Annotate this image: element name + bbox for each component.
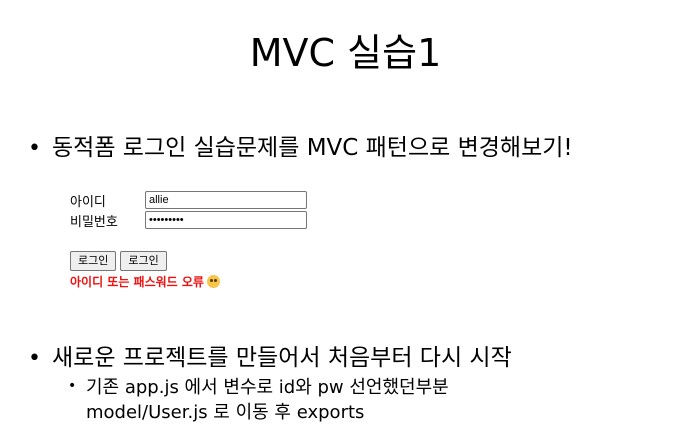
slide-title: MVC 실습1	[249, 31, 442, 75]
login-button-2[interactable]: 로그인	[120, 251, 167, 271]
bullet-dot: •	[28, 136, 41, 161]
login-button[interactable]: 로그인	[70, 251, 117, 271]
error-text: 아이디 또는 패스워드 오류	[70, 275, 204, 289]
sub-bullet-item: • 기존 app.js 에서 변수로 id와 pw 선언했던부분 model/U…	[68, 375, 449, 425]
pw-row: 비밀번호 •••••••••	[70, 210, 307, 230]
bullet-dot: •	[28, 346, 41, 371]
sub-bullet-dot: •	[68, 378, 77, 394]
bullet-item-new-project: • 새로운 프로젝트를 만들어서 처음부터 다시 시작	[28, 338, 512, 372]
sub-bullet-text: 기존 app.js 에서 변수로 id와 pw 선언했던부분 model/Use…	[86, 375, 449, 425]
id-row: 아이디 allie	[70, 190, 307, 210]
flushed-face-emoji-icon	[206, 275, 220, 288]
id-label: 아이디	[70, 194, 106, 210]
bullet-item-mvc-refactor: • 동적폼 로그인 실습문제를 MVC 패턴으로 변경해보기!	[28, 128, 573, 162]
sub-bullet-line-1: 기존 app.js 에서 변수로 id와 pw 선언했던부분	[86, 377, 449, 398]
error-message: 아이디 또는 패스워드 오류	[70, 273, 307, 290]
sub-bullet-line-2: model/User.js 로 이동 후 exports	[86, 402, 365, 423]
bullet-text: 새로운 프로젝트를 만들어서 처음부터 다시 시작	[52, 345, 512, 371]
pw-input[interactable]: •••••••••	[145, 211, 307, 229]
bullet-text: 동적폼 로그인 실습문제를 MVC 패턴으로 변경해보기!	[52, 135, 573, 161]
pw-label: 비밀번호	[70, 214, 118, 230]
id-input[interactable]: allie	[145, 191, 307, 209]
login-form-demo: 아이디 allie 비밀번호 ••••••••• 로그인 로그인 아이디 또는 …	[70, 190, 307, 290]
button-group: 로그인 로그인	[70, 251, 307, 271]
